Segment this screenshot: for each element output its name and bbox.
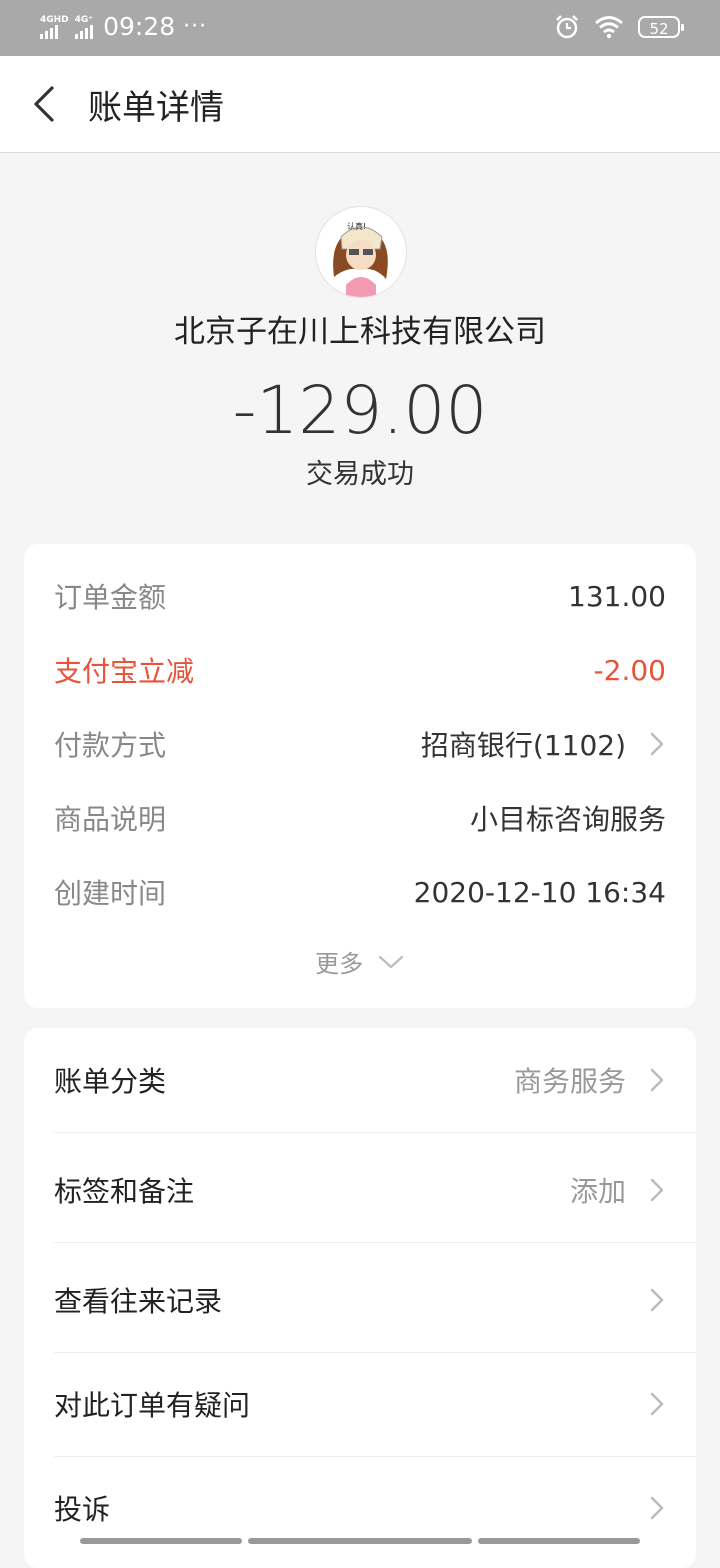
item-value: 商务服务 <box>514 1060 626 1100</box>
chevron-right-icon <box>648 1286 666 1314</box>
more-label: 更多 <box>315 950 363 978</box>
detail-row-order-amount: 订单金额 131.00 <box>54 576 666 616</box>
detail-label: 订单金额 <box>54 576 166 616</box>
detail-value: 2020-12-10 16:34 <box>414 876 666 909</box>
cartoon-avatar-image: 认真! <box>316 207 406 297</box>
nav-bar: 账单详情 <box>0 56 720 153</box>
detail-row-discount: 支付宝立减 -2.00 <box>54 650 666 690</box>
signal-icon-1: 4GHD <box>40 15 69 39</box>
detail-label: 支付宝立减 <box>54 650 194 690</box>
list-item-complaint[interactable]: 投诉 <box>54 1456 696 1560</box>
battery-icon: 52 <box>638 16 680 38</box>
details-card: 订单金额 131.00 支付宝立减 -2.00 付款方式 招商银行(1102) … <box>24 544 696 1008</box>
network-type-1: 4GHD <box>40 15 69 25</box>
chevron-right-icon <box>648 1494 666 1522</box>
detail-value: 招商银行(1102) <box>421 724 626 764</box>
merchant-name: 北京子在川上科技有限公司 <box>0 306 720 351</box>
actions-card: 账单分类 商务服务 标签和备注 添加 查看往来记录 对此订单有疑问 <box>24 1028 696 1568</box>
chevron-down-icon <box>377 952 405 972</box>
detail-row-payment-method[interactable]: 付款方式 招商银行(1102) <box>54 724 666 764</box>
detail-value: 小目标咨询服务 <box>470 798 666 838</box>
status-bar: 4GHD 4G⁺ 09:28 ··· 52 <box>0 0 720 56</box>
signal-icon-2: 4G⁺ <box>75 15 93 39</box>
status-right: 52 <box>554 14 680 40</box>
merchant-avatar: 认真! <box>315 206 407 298</box>
transaction-status: 交易成功 <box>0 452 720 491</box>
item-label: 对此订单有疑问 <box>54 1384 250 1424</box>
chevron-right-icon <box>648 1390 666 1418</box>
item-label: 账单分类 <box>54 1060 166 1100</box>
item-label: 投诉 <box>54 1488 110 1528</box>
chevron-right-icon <box>648 730 666 758</box>
status-left: 4GHD 4G⁺ 09:28 ··· <box>40 12 207 41</box>
alarm-icon <box>554 14 580 40</box>
item-label: 查看往来记录 <box>54 1280 222 1320</box>
wifi-icon <box>594 15 624 39</box>
detail-row-created-time: 创建时间 2020-12-10 16:34 <box>54 872 666 912</box>
svg-text:认真!: 认真! <box>347 221 366 231</box>
detail-value: -2.00 <box>594 654 666 687</box>
back-arrow-icon[interactable] <box>24 82 68 126</box>
list-item-transaction-history[interactable]: 查看往来记录 <box>54 1248 696 1353</box>
detail-label: 创建时间 <box>54 872 166 912</box>
gesture-bar-center[interactable] <box>248 1538 472 1544</box>
list-item-order-question[interactable]: 对此订单有疑问 <box>54 1352 696 1457</box>
item-value: 添加 <box>570 1170 626 1210</box>
more-notifications-icon: ··· <box>183 14 207 39</box>
gesture-bar-left[interactable] <box>80 1538 242 1544</box>
chevron-right-icon <box>648 1176 666 1204</box>
network-type-2: 4G⁺ <box>75 15 93 25</box>
list-item-tags-notes[interactable]: 标签和备注 添加 <box>54 1138 696 1243</box>
detail-value: 131.00 <box>568 580 666 613</box>
detail-label: 付款方式 <box>54 724 166 764</box>
chevron-right-icon <box>648 1066 666 1094</box>
item-label: 标签和备注 <box>54 1170 194 1210</box>
more-button[interactable]: 更多 <box>24 944 696 979</box>
page-title: 账单详情 <box>88 80 224 129</box>
clock: 09:28 <box>103 12 175 41</box>
gesture-bar-right[interactable] <box>478 1538 640 1544</box>
detail-value-wrap: 招商银行(1102) <box>421 724 666 764</box>
detail-row-product: 商品说明 小目标咨询服务 <box>54 798 666 838</box>
detail-label: 商品说明 <box>54 798 166 838</box>
transaction-amount: -129.00 <box>0 372 720 449</box>
list-item-bill-category[interactable]: 账单分类 商务服务 <box>54 1028 696 1133</box>
